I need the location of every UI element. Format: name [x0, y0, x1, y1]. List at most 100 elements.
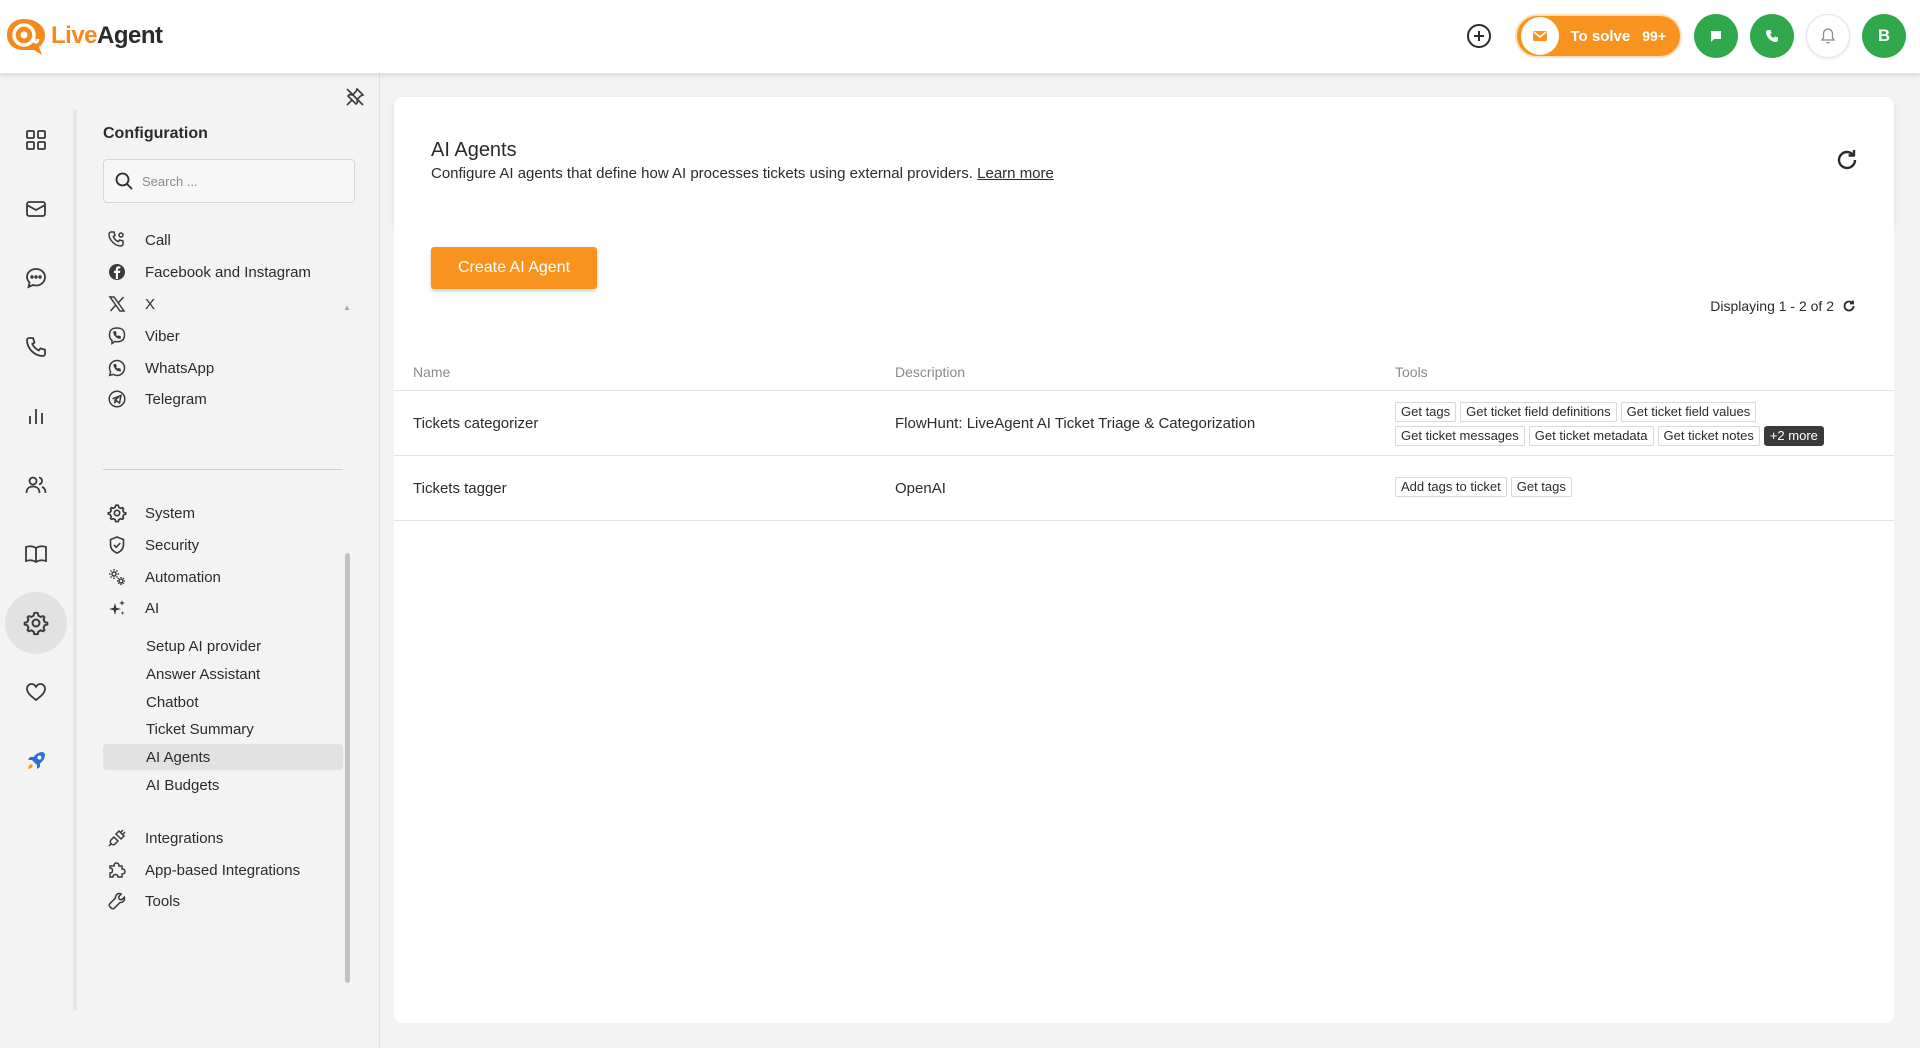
to-solve-label: To solve	[1570, 27, 1631, 45]
menu-item-label: System	[145, 504, 196, 522]
menu-item-label: Security	[145, 536, 200, 554]
learn-more-link[interactable]: Learn more	[977, 165, 1054, 182]
unpin-panel-button[interactable]	[345, 87, 365, 112]
menu-item-security[interactable]: Security	[103, 530, 343, 560]
agent-tools: Get tags Get ticket field definitions Ge…	[1395, 402, 1835, 450]
nav-tickets[interactable]	[5, 178, 67, 240]
menu-item-facebook-instagram[interactable]: Facebook and Instagram	[103, 257, 343, 287]
menu-item-label: Tools	[145, 892, 181, 910]
user-avatar[interactable]: B	[1862, 14, 1906, 58]
tool-tag: Get tags	[1395, 402, 1457, 422]
config-search-input[interactable]	[142, 173, 342, 189]
menu-item-whatsapp[interactable]: WhatsApp	[103, 353, 343, 383]
envelope-icon	[26, 201, 46, 217]
puzzle-icon	[105, 858, 129, 882]
create-ai-agent-button[interactable]: Create AI Agent	[431, 247, 597, 289]
configuration-panel: Configuration Call Facebook and Instagra…	[78, 73, 380, 1048]
liveagent-logo[interactable]: LiveAgent	[4, 16, 163, 56]
menu-item-call[interactable]: Call	[103, 225, 343, 255]
shield-icon	[105, 533, 129, 557]
agent-tools: Add tags to ticket Get tags	[1395, 477, 1835, 501]
menu-item-label: X	[145, 295, 156, 313]
to-solve-button[interactable]: To solve 99+	[1514, 14, 1682, 58]
nav-contacts[interactable]	[5, 454, 67, 516]
wrench-icon	[105, 889, 129, 913]
table-row[interactable]: Tickets tagger OpenAI Add tags to ticket…	[394, 456, 1894, 521]
chat-dots-icon	[26, 268, 46, 289]
column-header-tools[interactable]: Tools	[1395, 364, 1428, 380]
config-search[interactable]	[103, 159, 355, 203]
dashboard-grid-icon	[26, 130, 46, 150]
liveagent-logo-icon	[4, 16, 48, 56]
nav-getting-started[interactable]	[5, 730, 67, 792]
call-button[interactable]	[1750, 14, 1794, 58]
submenu-item-chatbot[interactable]: Chatbot	[103, 689, 343, 715]
submenu-item-ai-budgets[interactable]: AI Budgets	[103, 772, 343, 798]
submenu-item-answer-assistant[interactable]: Answer Assistant	[103, 661, 343, 687]
description-text: Configure AI agents that define how AI p…	[431, 165, 973, 182]
submenu-item-ai-agents[interactable]: AI Agents	[103, 744, 343, 770]
agent-description: FlowHunt: LiveAgent AI Ticket Triage & C…	[895, 415, 1256, 432]
pagination-info: Displaying 1 - 2 of 2	[1710, 298, 1856, 314]
gear-icon	[23, 611, 49, 636]
column-header-name[interactable]: Name	[413, 364, 450, 380]
x-logo-icon	[105, 292, 129, 316]
menu-item-system[interactable]: System	[103, 498, 343, 528]
tool-tag: Get ticket messages	[1395, 426, 1525, 446]
tool-tag: Add tags to ticket	[1395, 477, 1507, 497]
menu-item-tools[interactable]: Tools	[103, 886, 343, 916]
main-nav-rail	[0, 73, 74, 1048]
nav-knowledgebase[interactable]	[5, 523, 67, 585]
nav-calls[interactable]	[5, 316, 67, 378]
menu-item-label: AI	[145, 599, 160, 617]
nav-dashboard[interactable]	[5, 109, 67, 171]
to-solve-count: 99+	[1642, 28, 1666, 44]
plug-icon	[105, 826, 129, 850]
notifications-button[interactable]	[1806, 14, 1850, 58]
ai-agents-table: Name Description Tools Tickets categoriz…	[394, 357, 1894, 521]
nav-reports[interactable]	[5, 385, 67, 447]
users-icon	[25, 476, 47, 494]
agent-name[interactable]: Tickets categorizer	[413, 415, 538, 432]
call-settings-icon	[105, 228, 129, 252]
nav-chats[interactable]	[5, 247, 67, 309]
menu-item-x[interactable]: X	[103, 289, 343, 319]
nav-configuration[interactable]	[5, 592, 67, 654]
nav-favorites[interactable]	[5, 661, 67, 723]
refresh-icon	[1843, 300, 1855, 312]
more-tools-badge[interactable]: +2 more	[1763, 426, 1824, 446]
pin-off-icon	[346, 87, 365, 106]
configuration-title: Configuration	[103, 125, 208, 142]
open-book-icon	[25, 545, 47, 564]
displaying-text: Displaying 1 - 2 of 2	[1710, 298, 1834, 314]
envelope-icon	[1520, 17, 1559, 55]
menu-item-label: Integrations	[145, 829, 224, 847]
refresh-icon	[1837, 150, 1857, 170]
phone-icon	[1766, 30, 1778, 42]
menu-divider	[103, 469, 343, 470]
automation-gears-icon	[105, 565, 129, 589]
list-refresh-button[interactable]	[1842, 299, 1856, 313]
config-scrollbar[interactable]: ▲ ▼	[343, 230, 351, 1000]
scroll-thumb[interactable]	[345, 553, 350, 983]
heart-icon	[26, 683, 46, 702]
scroll-up-arrow-icon[interactable]: ▲	[343, 303, 351, 312]
menu-item-telegram[interactable]: Telegram	[103, 384, 343, 414]
chat-button[interactable]	[1694, 14, 1738, 58]
menu-item-automation[interactable]: Automation	[103, 562, 343, 592]
submenu-item-setup-ai-provider[interactable]: Setup AI provider	[103, 633, 343, 659]
menu-item-app-based-integrations[interactable]: App-based Integrations	[103, 855, 343, 885]
menu-item-viber[interactable]: Viber	[103, 321, 343, 351]
menu-item-integrations[interactable]: Integrations	[103, 823, 343, 853]
menu-item-label: Call	[145, 231, 171, 249]
add-new-button[interactable]	[1457, 14, 1501, 58]
column-header-description[interactable]: Description	[895, 364, 965, 380]
bar-chart-icon	[29, 409, 43, 424]
table-row[interactable]: Tickets categorizer FlowHunt: LiveAgent …	[394, 391, 1894, 456]
menu-item-label: Viber	[145, 327, 180, 345]
header-refresh-button[interactable]	[1834, 147, 1860, 178]
rocket-icon	[28, 752, 45, 769]
menu-item-ai[interactable]: AI	[103, 593, 343, 623]
submenu-item-ticket-summary[interactable]: Ticket Summary	[103, 716, 343, 742]
agent-name[interactable]: Tickets tagger	[413, 480, 507, 497]
